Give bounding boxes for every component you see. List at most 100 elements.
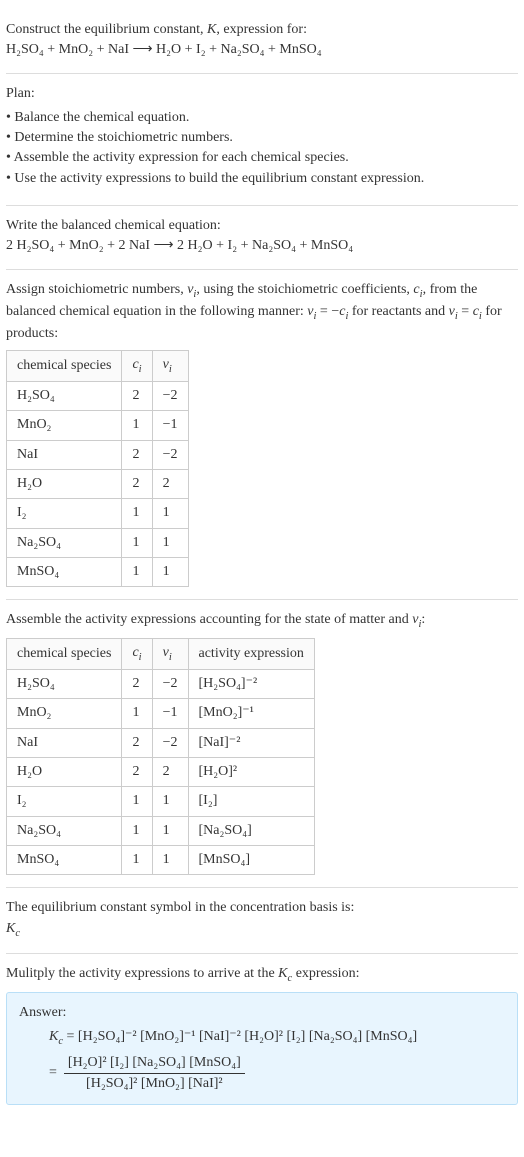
cell: −2 (152, 382, 188, 411)
th-ci: ci (122, 351, 152, 382)
cell: I₂ (7, 499, 122, 528)
multiply-intro: Mulitply the activity expressions to arr… (6, 964, 518, 986)
stoich-section: Assign stoichiometric numbers, νi, using… (6, 270, 518, 600)
cell: 1 (122, 499, 152, 528)
stoich-intro: Assign stoichiometric numbers, νi, using… (6, 280, 518, 344)
cell: −1 (152, 699, 188, 728)
table-row: H₂O22 (7, 469, 189, 498)
cell: 1 (152, 816, 188, 845)
cell: 1 (122, 528, 152, 557)
balanced-equation: 2 H₂SO₄ + MnO₂ + 2 NaI ⟶ 2 H₂O + I₂ + Na… (6, 236, 518, 256)
cell: 2 (122, 469, 152, 498)
intro-equation: H₂SO₄ + MnO₂ + NaI ⟶ H₂O + I₂ + Na₂SO₄ +… (6, 40, 518, 60)
table-row: MnO₂1−1 (7, 411, 189, 440)
activity-section: Assemble the activity expressions accoun… (6, 600, 518, 888)
balanced-section: Write the balanced chemical equation: 2 … (6, 206, 518, 270)
table-row: MnO₂1−1[MnO₂]⁻¹ (7, 699, 315, 728)
plan-list: Balance the chemical equation. Determine… (6, 108, 518, 189)
cell: MnSO₄ (7, 845, 122, 874)
cell: [NaI]⁻² (188, 728, 314, 757)
cell: 1 (122, 411, 152, 440)
table-row: MnSO₄11 (7, 557, 189, 586)
cell: 2 (122, 440, 152, 469)
cell: [Na₂SO₄] (188, 816, 314, 845)
cell: [I₂] (188, 787, 314, 816)
cell: −2 (152, 728, 188, 757)
plan-item: Use the activity expressions to build th… (6, 169, 518, 189)
cell: MnO₂ (7, 411, 122, 440)
plan-title: Plan: (6, 84, 518, 104)
stoich-table: chemical species ci νi H₂SO₄2−2 MnO₂1−1 … (6, 350, 189, 587)
cell: Na₂SO₄ (7, 528, 122, 557)
cell: −1 (152, 411, 188, 440)
cell: MnSO₄ (7, 557, 122, 586)
table-row: H₂SO₄2−2 (7, 382, 189, 411)
activity-table: chemical species ci νi activity expressi… (6, 638, 315, 875)
cell: [H₂SO₄]⁻² (188, 670, 314, 699)
kc-symbol: Kc (6, 919, 518, 941)
plan-item: Assemble the activity expression for eac… (6, 148, 518, 168)
cell: 1 (122, 816, 152, 845)
cell: 1 (152, 787, 188, 816)
cell: 1 (122, 557, 152, 586)
table-row: NaI2−2 (7, 440, 189, 469)
cell: −2 (152, 440, 188, 469)
table-row: MnSO₄11[MnSO₄] (7, 845, 315, 874)
cell: 1 (122, 787, 152, 816)
cell: I₂ (7, 787, 122, 816)
cell: 2 (152, 758, 188, 787)
cell: H₂SO₄ (7, 670, 122, 699)
intro-line: Construct the equilibrium constant, K, e… (6, 20, 518, 40)
cell: NaI (7, 728, 122, 757)
table-row: I₂11 (7, 499, 189, 528)
answer-line2: = [H₂O]² [I₂] [Na₂SO₄] [MnSO₄] [H₂SO₄]² … (49, 1053, 505, 1095)
th-vi: νi (152, 639, 188, 670)
answer-frac-num: [H₂O]² [I₂] [Na₂SO₄] [MnSO₄] (64, 1053, 245, 1074)
kc-symbol-section: The equilibrium constant symbol in the c… (6, 888, 518, 953)
answer-line1: Kc = [H₂SO₄]⁻² [MnO₂]⁻¹ [NaI]⁻² [H₂O]² [… (49, 1027, 505, 1049)
plan-item: Balance the chemical equation. (6, 108, 518, 128)
cell: H₂O (7, 758, 122, 787)
table-row: H₂O22[H₂O]² (7, 758, 315, 787)
cell: 2 (122, 382, 152, 411)
table-row: H₂SO₄2−2[H₂SO₄]⁻² (7, 670, 315, 699)
cell: MnO₂ (7, 699, 122, 728)
cell: 2 (152, 469, 188, 498)
answer-box: Answer: Kc = [H₂SO₄]⁻² [MnO₂]⁻¹ [NaI]⁻² … (6, 992, 518, 1106)
answer-fraction: [H₂O]² [I₂] [Na₂SO₄] [MnSO₄] [H₂SO₄]² [M… (64, 1053, 245, 1095)
cell: Na₂SO₄ (7, 816, 122, 845)
table-row: NaI2−2[NaI]⁻² (7, 728, 315, 757)
cell: 1 (152, 557, 188, 586)
table-row: I₂11[I₂] (7, 787, 315, 816)
cell: 1 (152, 499, 188, 528)
cell: 1 (152, 845, 188, 874)
cell: 1 (122, 699, 152, 728)
cell: 2 (122, 758, 152, 787)
cell: 1 (122, 845, 152, 874)
th-species: chemical species (7, 351, 122, 382)
cell: 2 (122, 728, 152, 757)
answer-label: Answer: (19, 1003, 505, 1023)
cell: −2 (152, 670, 188, 699)
answer-line1-rhs: [H₂SO₄]⁻² [MnO₂]⁻¹ [NaI]⁻² [H₂O]² [I₂] [… (78, 1029, 417, 1044)
table-row: Na₂SO₄11 (7, 528, 189, 557)
cell: 1 (152, 528, 188, 557)
activity-intro: Assemble the activity expressions accoun… (6, 610, 518, 632)
th-species: chemical species (7, 639, 122, 670)
multiply-section: Mulitply the activity expressions to arr… (6, 954, 518, 1118)
th-vi: νi (152, 351, 188, 382)
th-activity: activity expression (188, 639, 314, 670)
cell: [MnSO₄] (188, 845, 314, 874)
balanced-title: Write the balanced chemical equation: (6, 216, 518, 236)
intro-section: Construct the equilibrium constant, K, e… (6, 10, 518, 74)
th-ci: ci (122, 639, 152, 670)
kc-symbol-line: The equilibrium constant symbol in the c… (6, 898, 518, 918)
plan-section: Plan: Balance the chemical equation. Det… (6, 74, 518, 206)
cell: 2 (122, 670, 152, 699)
cell: [MnO₂]⁻¹ (188, 699, 314, 728)
answer-frac-den: [H₂SO₄]² [MnO₂] [NaI]² (64, 1074, 245, 1094)
table-row: Na₂SO₄11[Na₂SO₄] (7, 816, 315, 845)
cell: NaI (7, 440, 122, 469)
cell: H₂SO₄ (7, 382, 122, 411)
cell: H₂O (7, 469, 122, 498)
